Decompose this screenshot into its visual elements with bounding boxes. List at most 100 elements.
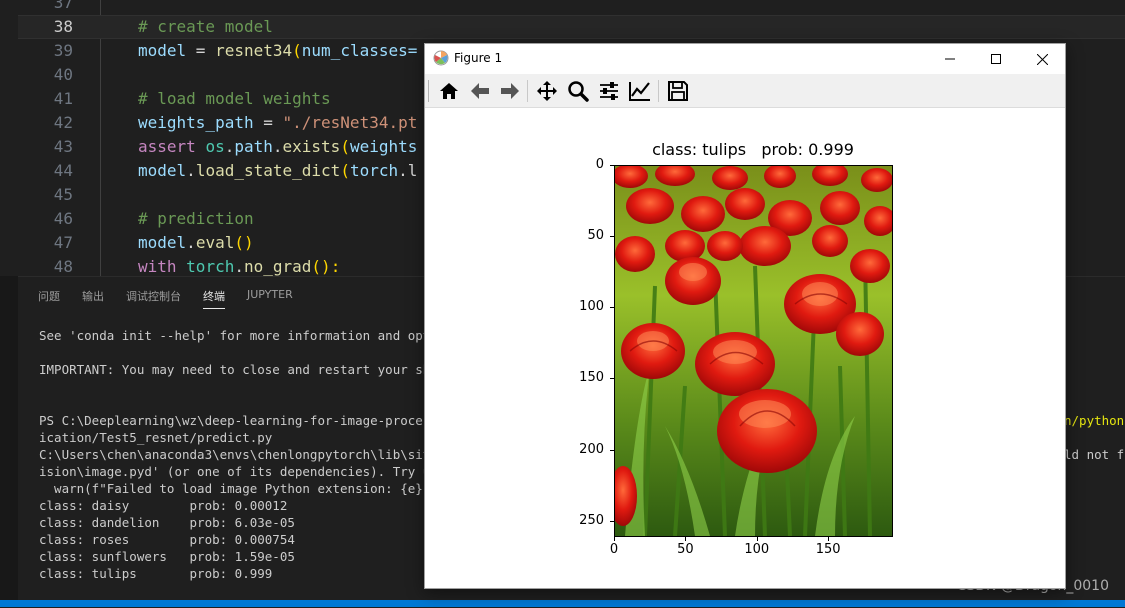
y-tick-mark: [610, 520, 614, 522]
x-tick-label: 0: [609, 542, 619, 557]
line-number: 38: [53, 17, 73, 36]
save-icon[interactable]: [665, 78, 691, 104]
maximize-icon: [991, 54, 1001, 64]
code-token: =: [186, 41, 216, 60]
window-titlebar[interactable]: Figure 1: [425, 44, 1065, 74]
code-token: .: [272, 137, 283, 156]
y-tick-label: 250: [579, 512, 604, 528]
code-token: (: [292, 41, 302, 60]
y-tick-label: 200: [579, 441, 604, 457]
line-number: 39: [53, 41, 73, 60]
line-number: 42: [53, 113, 73, 132]
line-number: 43: [53, 137, 73, 156]
toolbar-separator: [658, 80, 659, 102]
code-token: .: [234, 257, 244, 276]
code-token: weights: [349, 137, 418, 156]
y-tick-mark: [610, 307, 614, 309]
tab-debug-console[interactable]: 调试控制台: [126, 285, 181, 309]
plot-title: class: tulips prob: 0.999: [652, 140, 854, 159]
figure-toolbar: [425, 74, 1065, 108]
terminal-line-fragment: n/python.: [1064, 413, 1125, 428]
window-title: Figure 1: [454, 51, 503, 65]
code-text: assert os.path.exists(weights: [138, 135, 417, 159]
code-token: # create model: [138, 17, 273, 36]
y-tick-label: 0: [595, 157, 604, 172]
code-token: assert: [138, 137, 196, 156]
x-tick-label: 50: [677, 542, 694, 557]
y-tick-label: 150: [579, 370, 604, 386]
code-token: load_state_dict: [195, 161, 341, 180]
status-bar: [0, 600, 1125, 607]
tulip-image: [615, 166, 892, 536]
code-token: no_grad: [243, 257, 312, 276]
line-number: 44: [53, 161, 73, 180]
code-text: weights_path = "./resNet34.pt: [138, 111, 417, 135]
zoom-icon[interactable]: [565, 78, 591, 104]
code-text: # create model: [138, 15, 273, 39]
code-token: resnet34: [215, 41, 293, 60]
code-token: .: [186, 161, 196, 180]
code-token: model: [138, 41, 187, 60]
figure-window[interactable]: Figure 1 class: tulips prob: 0.999 0 50 …: [424, 43, 1066, 589]
code-token: # load model weights: [138, 89, 331, 108]
code-token: path: [234, 137, 273, 156]
x-tick-mark: [756, 537, 758, 541]
pan-icon[interactable]: [534, 78, 560, 104]
y-tick-label: 100: [579, 299, 604, 315]
tab-terminal[interactable]: 终端: [203, 285, 225, 309]
x-tick-mark: [828, 537, 830, 541]
code-token: # prediction: [138, 209, 254, 228]
close-button[interactable]: [1019, 44, 1065, 74]
tab-problems[interactable]: 问题: [38, 285, 60, 309]
code-token: torch: [186, 257, 235, 276]
code-text: # prediction: [138, 207, 254, 231]
y-tick-mark: [610, 165, 614, 166]
tab-jupyter[interactable]: JUPYTER: [247, 285, 293, 309]
close-icon: [1036, 53, 1048, 65]
x-tick-label: 150: [815, 542, 841, 557]
line-number: 40: [53, 65, 73, 84]
line-number: 47: [53, 233, 73, 252]
code-token: weights_path: [138, 113, 254, 132]
y-tick-mark: [610, 378, 614, 380]
code-text: # load model weights: [138, 87, 331, 111]
image-axes[interactable]: [614, 165, 893, 537]
y-tick-label: 50: [587, 228, 604, 244]
matplotlib-icon: [433, 50, 449, 66]
code-token: .: [224, 137, 235, 156]
line-number: 48: [53, 257, 73, 276]
code-token: torch: [349, 161, 399, 180]
code-token: model: [138, 233, 187, 252]
tab-output[interactable]: 输出: [82, 285, 104, 309]
back-icon[interactable]: [467, 78, 493, 104]
code-token: with: [138, 257, 177, 276]
x-tick-label: 100: [744, 542, 770, 557]
y-tick-mark: [610, 236, 614, 238]
code-token: (: [340, 161, 350, 180]
line-number: 45: [53, 185, 73, 204]
toolbar-separator: [527, 80, 528, 102]
maximize-button[interactable]: [973, 44, 1019, 74]
home-icon[interactable]: [436, 78, 462, 104]
code-token: (: [340, 137, 350, 156]
edit-axis-icon[interactable]: [627, 78, 653, 104]
code-token: eval: [195, 233, 235, 252]
line-number: 46: [53, 209, 73, 228]
panel-tabs: 问题 输出 调试控制台 终端 JUPYTER: [38, 285, 315, 309]
configure-subplots-icon[interactable]: [596, 78, 622, 104]
code-token: (): [234, 233, 254, 252]
code-token: exists: [282, 137, 341, 156]
code-token: model: [138, 161, 187, 180]
minimize-button[interactable]: [927, 44, 973, 74]
code-token: num_classes=: [301, 41, 418, 60]
forward-icon[interactable]: [497, 78, 523, 104]
code-line[interactable]: 37: [18, 0, 1125, 15]
line-number: 41: [53, 89, 73, 108]
terminal-line-fragment: ld not fi: [1064, 447, 1125, 462]
code-line[interactable]: 38 # create model: [18, 15, 1125, 39]
code-text: model.eval(): [138, 231, 254, 255]
code-token: .: [186, 233, 196, 252]
y-tick-mark: [610, 449, 614, 451]
